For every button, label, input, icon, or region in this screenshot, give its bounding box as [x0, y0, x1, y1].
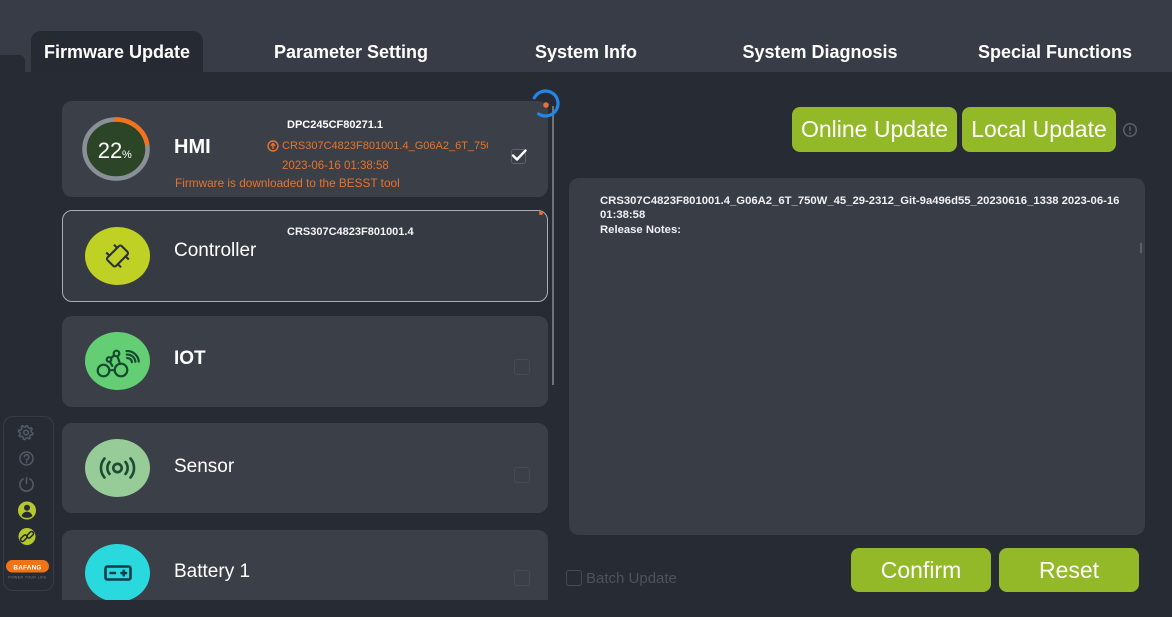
- svg-text:%: %: [122, 149, 132, 161]
- svg-text:BAFANG: BAFANG: [13, 565, 41, 572]
- svg-text:22: 22: [98, 138, 122, 163]
- svg-text:POWER YOUR LIFE: POWER YOUR LIFE: [8, 576, 47, 580]
